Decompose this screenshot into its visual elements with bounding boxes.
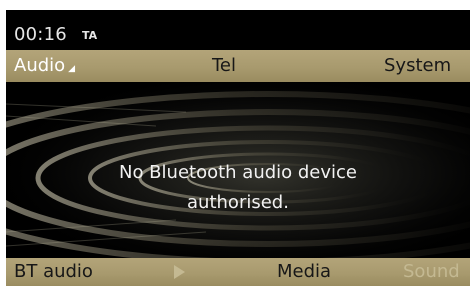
menu-item-tel[interactable]: Tel — [212, 55, 236, 76]
clock: 00:16 — [14, 24, 67, 45]
status-message-line1: No Bluetooth audio device — [118, 162, 358, 183]
bottom-item-media[interactable]: Media — [277, 261, 331, 282]
status-message: No Bluetooth audio device authorised. — [6, 158, 470, 218]
sub-menu-bar: BT audio Media Sound — [6, 258, 470, 286]
bottom-item-bt-audio[interactable]: BT audio — [14, 261, 93, 282]
menu-item-audio-label: Audio — [14, 55, 66, 76]
play-icon — [174, 265, 185, 279]
menu-item-system[interactable]: System — [384, 55, 451, 76]
main-menu-bar: Audio ◢ Tel System — [6, 50, 470, 82]
menu-item-audio[interactable]: Audio ◢ — [14, 55, 75, 76]
ta-indicator: TA — [82, 29, 98, 42]
submenu-arrow-icon: ◢ — [68, 64, 76, 74]
main-content-area: No Bluetooth audio device authorised. — [6, 82, 470, 258]
bottom-item-sound: Sound — [403, 261, 460, 282]
status-message-line2: authorised. — [187, 192, 289, 213]
display-screen: 00:16 TA Audio ◢ Tel System No Bluetooth… — [6, 10, 470, 286]
status-bar: 00:16 TA — [6, 10, 470, 50]
